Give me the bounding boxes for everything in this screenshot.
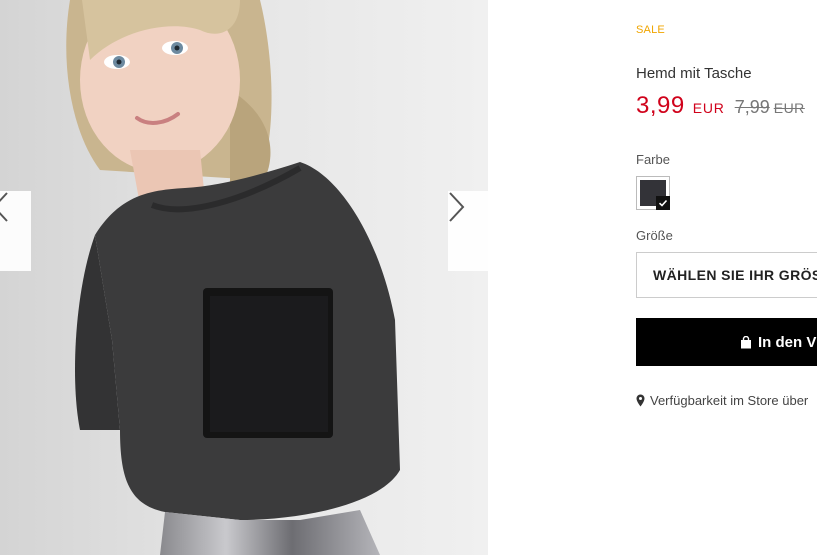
check-icon xyxy=(656,196,670,210)
product-title: Hemd mit Tasche xyxy=(636,65,752,82)
gallery-next-button[interactable] xyxy=(448,191,488,271)
product-image-gallery xyxy=(0,0,488,555)
size-label: Größe xyxy=(636,228,673,243)
current-price: 3,99 xyxy=(636,92,685,119)
chevron-right-icon xyxy=(449,192,465,222)
color-label: Farbe xyxy=(636,152,670,167)
price-row: 3,99 EUR 7,99 EUR xyxy=(636,92,805,120)
sale-badge: SALE xyxy=(636,24,665,36)
original-price: 7,99 xyxy=(734,97,770,117)
shopping-bag-icon xyxy=(740,335,752,349)
add-to-cart-label: In den V xyxy=(758,333,817,351)
map-pin-icon xyxy=(636,394,645,407)
add-to-cart-button[interactable]: In den V xyxy=(636,318,817,366)
gallery-prev-button[interactable] xyxy=(0,191,31,271)
store-availability-label: Verfügbarkeit im Store über xyxy=(650,393,809,408)
color-swatch-selected[interactable] xyxy=(636,176,670,210)
product-info-panel: SALE Hemd mit Tasche 3,99 EUR 7,99 EUR F… xyxy=(636,0,817,555)
current-price-currency: EUR xyxy=(692,100,725,116)
product-image xyxy=(0,0,488,555)
store-availability-link[interactable]: Verfügbarkeit im Store über xyxy=(636,393,808,408)
original-price-currency: EUR xyxy=(773,100,805,116)
size-select[interactable]: WÄHLEN SIE IHR GRÖS xyxy=(636,252,817,298)
chevron-left-icon xyxy=(0,192,8,222)
